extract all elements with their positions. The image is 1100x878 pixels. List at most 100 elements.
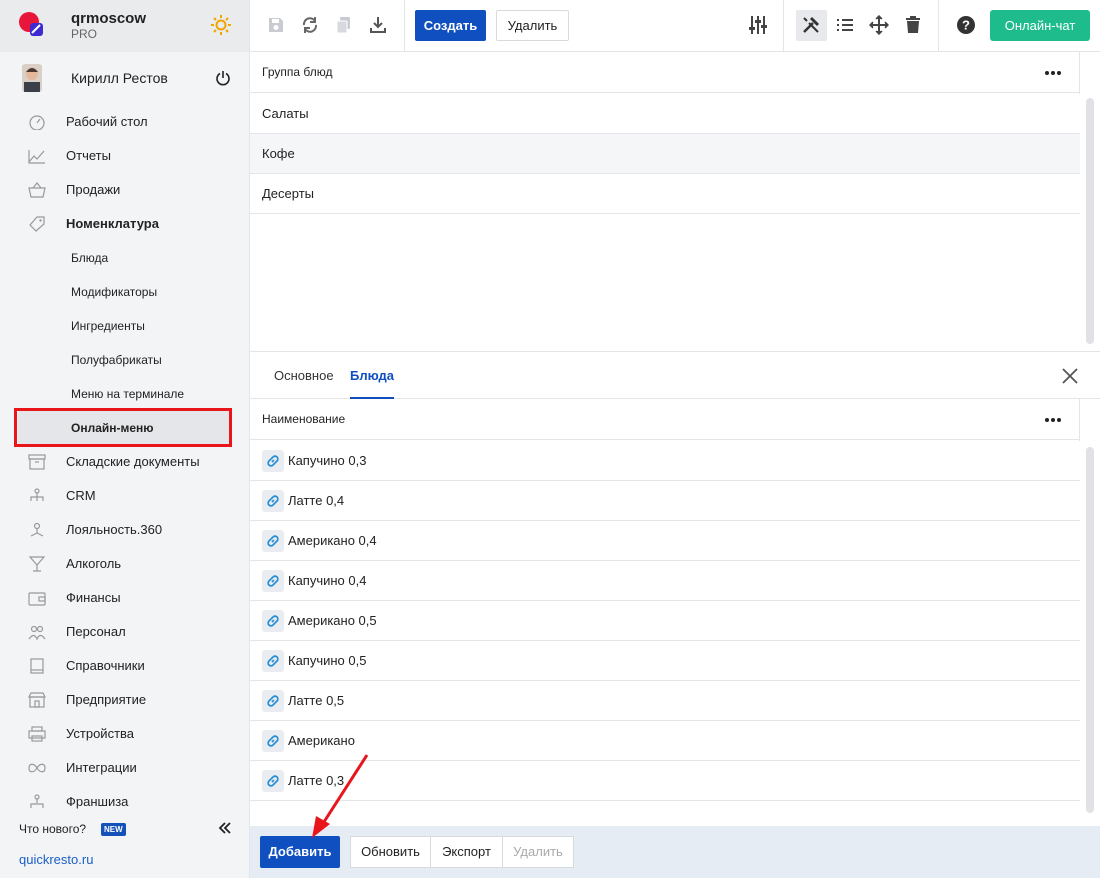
app-root: qrmoscow PRO Кирилл Рестов Рабочий стол … xyxy=(0,0,1100,878)
sidebar-subitem-dishes[interactable]: Блюда xyxy=(0,241,249,275)
table-row[interactable]: Капучино 0,5 xyxy=(250,641,1080,681)
sidebar-subitem-terminal-menu[interactable]: Меню на терминале xyxy=(0,377,249,411)
column-header-group[interactable]: Группа блюд xyxy=(262,65,332,79)
link-icon[interactable] xyxy=(262,730,284,752)
store-icon xyxy=(28,692,46,708)
brand-name: qrmoscow xyxy=(71,10,147,27)
dish-name: Капучино 0,3 xyxy=(288,453,367,468)
export-button[interactable]: Экспорт xyxy=(430,836,503,868)
table-row[interactable]: Американо xyxy=(250,721,1080,761)
user-profile[interactable]: Кирилл Рестов xyxy=(0,60,249,96)
sidebar-item-label: Номенклатура xyxy=(66,216,159,231)
dishes-scrollbar[interactable] xyxy=(1086,447,1094,813)
table-row[interactable]: Салаты xyxy=(250,94,1080,134)
detail-tabs: Основное Блюда xyxy=(250,351,1100,399)
dish-name: Американо 0,5 xyxy=(288,613,377,628)
create-button[interactable]: Создать xyxy=(415,10,486,41)
avatar xyxy=(22,64,42,92)
sidebar-item-enterprise[interactable]: Предприятие xyxy=(0,683,249,717)
sidebar-item-crm[interactable]: CRM xyxy=(0,479,249,513)
franchise-icon xyxy=(30,794,44,808)
tab-main[interactable]: Основное xyxy=(274,352,334,399)
dishes-grid-header: Наименование xyxy=(250,399,1080,440)
table-row[interactable]: Десерты xyxy=(250,174,1080,214)
sidebar-item-label: Франшиза xyxy=(66,794,129,809)
sidebar-item-sales[interactable]: Продажи xyxy=(0,173,249,207)
table-row[interactable]: Латте 0,3 xyxy=(250,761,1080,801)
power-icon[interactable] xyxy=(215,70,231,86)
table-row[interactable]: Кофе xyxy=(250,134,1080,174)
link-icon[interactable] xyxy=(262,690,284,712)
table-row[interactable]: Латте 0,5 xyxy=(250,681,1080,721)
sidebar-item-references[interactable]: Справочники xyxy=(0,649,249,683)
table-row[interactable]: Капучино 0,3 xyxy=(250,441,1080,481)
help-icon[interactable]: ? xyxy=(955,14,977,36)
sidebar-subitem-online-menu[interactable]: Онлайн-меню xyxy=(18,411,229,445)
table-row[interactable]: Американо 0,5 xyxy=(250,601,1080,641)
refresh-button[interactable]: Обновить xyxy=(350,836,431,868)
group-name: Десерты xyxy=(262,186,315,201)
link-icon[interactable] xyxy=(262,610,284,632)
footer-actions: Добавить Обновить Экспорт Удалить xyxy=(250,826,1100,878)
sidebar-subitem-semifinished[interactable]: Полуфабрикаты xyxy=(0,343,249,377)
groups-scrollbar[interactable] xyxy=(1086,98,1094,344)
loyalty-icon xyxy=(30,522,44,537)
sidebar-subitem-ingredients[interactable]: Ингредиенты xyxy=(0,309,249,343)
more-options-icon[interactable] xyxy=(1044,411,1062,429)
link-icon[interactable] xyxy=(262,650,284,672)
tab-dishes[interactable]: Блюда xyxy=(350,352,395,399)
sidebar-subitem-modifiers[interactable]: Модификаторы xyxy=(0,275,249,309)
groups-grid-header: Группа блюд xyxy=(250,52,1080,93)
sidebar-item-reports[interactable]: Отчеты xyxy=(0,139,249,173)
copy-icon[interactable] xyxy=(333,14,355,36)
close-icon[interactable] xyxy=(1061,367,1079,385)
save-icon[interactable] xyxy=(265,14,287,36)
theme-sun-icon[interactable] xyxy=(210,14,232,36)
table-row[interactable]: Американо 0,4 xyxy=(250,521,1080,561)
printer-icon xyxy=(28,726,46,742)
sidebar-item-loyalty[interactable]: Лояльность.360 xyxy=(0,513,249,547)
add-button[interactable]: Добавить xyxy=(260,836,340,868)
link-icon[interactable] xyxy=(262,490,284,512)
collapse-sidebar-icon[interactable] xyxy=(218,821,232,835)
sidebar-item-integrations[interactable]: Интеграции xyxy=(0,751,249,785)
link-icon[interactable] xyxy=(262,770,284,792)
link-icon[interactable] xyxy=(262,450,284,472)
table-row[interactable]: Латте 0,4 xyxy=(250,481,1080,521)
people-icon xyxy=(28,625,46,640)
delete-button[interactable]: Удалить xyxy=(496,10,569,41)
dish-name: Латте 0,5 xyxy=(288,693,345,708)
sidebar-item-label: Справочники xyxy=(66,658,145,673)
brand-header: qrmoscow PRO xyxy=(0,0,249,52)
link-icon[interactable] xyxy=(262,570,284,592)
trash-icon[interactable] xyxy=(902,14,924,36)
delete-button-disabled[interactable]: Удалить xyxy=(502,836,574,868)
sidebar-item-label: Лояльность.360 xyxy=(66,522,163,537)
sidebar-item-finance[interactable]: Финансы xyxy=(0,581,249,615)
sidebar-item-devices[interactable]: Устройства xyxy=(0,717,249,751)
sidebar-item-staff[interactable]: Персонал xyxy=(0,615,249,649)
table-row[interactable]: Капучино 0,4 xyxy=(250,561,1080,601)
sidebar-item-label: Финансы xyxy=(66,590,121,605)
list-icon[interactable] xyxy=(834,14,856,36)
online-chat-button[interactable]: Онлайн-чат xyxy=(990,10,1090,41)
sidebar-item-nomenclature[interactable]: Номенклатура xyxy=(0,207,249,241)
more-options-icon[interactable] xyxy=(1044,64,1062,82)
sidebar-item-dashboard[interactable]: Рабочий стол xyxy=(0,105,249,139)
download-icon[interactable] xyxy=(367,14,389,36)
whats-new-link[interactable]: Что нового? xyxy=(19,822,86,836)
link-icon[interactable] xyxy=(262,530,284,552)
sidebar-subitem-label: Модификаторы xyxy=(71,285,158,299)
sidebar-item-alcohol[interactable]: Алкоголь xyxy=(0,547,249,581)
tools-icon[interactable] xyxy=(800,14,822,36)
app-logo-icon xyxy=(19,12,43,36)
column-header-name[interactable]: Наименование xyxy=(262,412,345,426)
sidebar-item-franchise[interactable]: Франшиза xyxy=(0,785,249,819)
sidebar-item-warehouse[interactable]: Складские документы xyxy=(0,445,249,479)
move-icon[interactable] xyxy=(868,14,890,36)
refresh-icon[interactable] xyxy=(299,14,321,36)
sidebar-subitem-label: Полуфабрикаты xyxy=(71,353,162,367)
sidebar-item-label: Устройства xyxy=(66,726,135,741)
site-link[interactable]: quickresto.ru xyxy=(19,852,93,867)
settings-sliders-icon[interactable] xyxy=(747,14,769,36)
